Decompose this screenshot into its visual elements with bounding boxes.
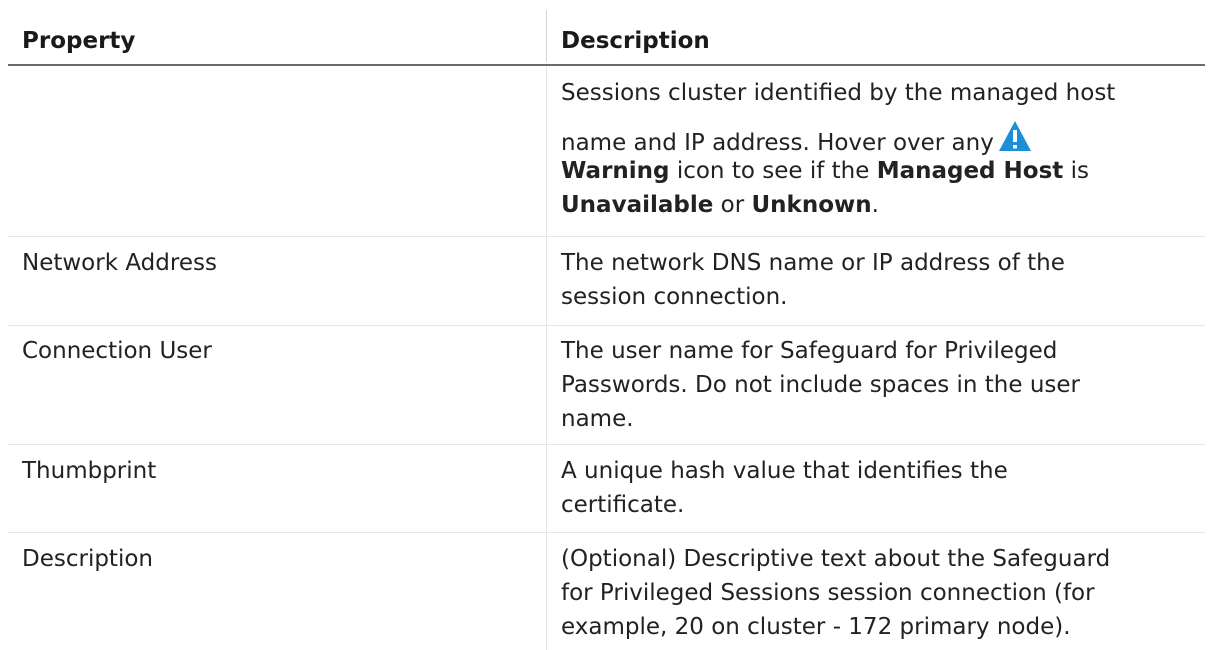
column-divider	[546, 533, 547, 650]
row4-description-line2: for Privileged Sessions session connecti…	[561, 580, 1095, 606]
row2-description-line1: The user name for Safeguard for Privileg…	[561, 338, 1058, 364]
row-separator	[8, 325, 1205, 326]
managed-host-term: Managed Host	[876, 158, 1064, 184]
row0-description-line3: Warning icon to see if the Managed Host …	[561, 158, 1089, 184]
row1-description-line2: session connection.	[561, 284, 788, 310]
row3-description-line1: A unique hash value that identifies the	[561, 458, 1008, 484]
unknown-term: Unknown	[751, 192, 872, 218]
row2-description-line3: name.	[561, 406, 634, 432]
row2-description-line2: Passwords. Do not include spaces in the …	[561, 372, 1081, 398]
row0-description-line4: Unavailable or Unknown.	[561, 192, 879, 218]
header-separator	[8, 64, 1205, 66]
row-separator	[8, 532, 1205, 533]
column-divider	[546, 326, 547, 444]
row1-property: Network Address	[22, 250, 217, 276]
header-column-divider	[546, 10, 547, 62]
row4-description-line1: (Optional) Descriptive text about the Sa…	[561, 546, 1111, 572]
header-description: Description	[561, 28, 710, 54]
row4-property: Description	[22, 546, 153, 572]
row2-property: Connection User	[22, 338, 212, 364]
warning-term: Warning	[561, 158, 670, 184]
row1-description-line1: The network DNS name or IP address of th…	[561, 250, 1065, 276]
column-divider	[546, 237, 547, 325]
row3-property: Thumbprint	[22, 458, 157, 484]
row0-description-line1: Sessions cluster identified by the manag…	[561, 80, 1116, 106]
row-separator	[8, 444, 1205, 445]
header-property: Property	[22, 28, 136, 54]
column-divider	[546, 66, 547, 236]
warning-icon	[998, 120, 1032, 152]
column-divider	[546, 445, 547, 532]
unavailable-term: Unavailable	[561, 192, 714, 218]
row4-description-line3: example, 20 on cluster - 172 primary nod…	[561, 614, 1071, 640]
row3-description-line2: certificate.	[561, 492, 685, 518]
row-separator	[8, 236, 1205, 237]
